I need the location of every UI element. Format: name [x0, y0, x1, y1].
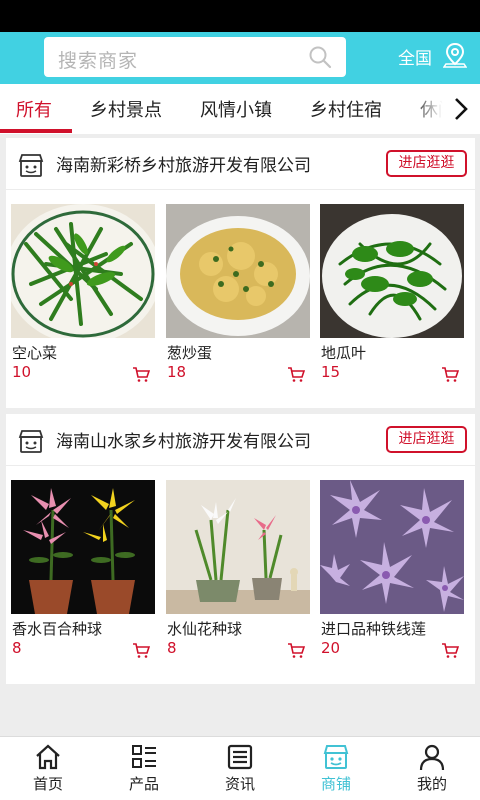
- list-icon: [132, 745, 156, 768]
- product-name: 地瓜叶: [321, 344, 367, 362]
- product-name: 水仙花种球: [167, 620, 243, 638]
- nav-products[interactable]: 产品: [96, 737, 192, 800]
- nav-label: 资讯: [224, 775, 255, 793]
- product-name: 空心菜: [12, 344, 58, 362]
- tab-lodging[interactable]: 乡村住宿: [310, 96, 382, 122]
- visit-shop-button[interactable]: 进店逛逛: [386, 150, 467, 177]
- product-image[interactable]: [320, 204, 464, 338]
- region-selector[interactable]: 全国: [398, 44, 432, 69]
- product-image[interactable]: [320, 480, 464, 614]
- shop-card: 海南山水家乡村旅游开发有限公司 进店逛逛 香水百合种球 8 水仙花种球 8 进口…: [6, 414, 475, 684]
- nav-news[interactable]: 资讯: [192, 737, 288, 800]
- product-name: 香水百合种球: [12, 620, 103, 638]
- product-image[interactable]: [166, 204, 310, 338]
- location-icon[interactable]: [443, 42, 467, 68]
- product-item[interactable]: 葱炒蛋 18: [166, 204, 310, 404]
- search-icon[interactable]: [308, 45, 332, 69]
- bottom-nav: 首页 产品 资讯 商铺 我的: [0, 736, 480, 800]
- nav-label: 我的: [416, 775, 447, 793]
- shop-header: 海南新彩桥乡村旅游开发有限公司 进店逛逛: [6, 138, 475, 190]
- shop-card: 海南新彩桥乡村旅游开发有限公司 进店逛逛 空心菜 10 葱炒蛋 18 地瓜叶 1…: [6, 138, 475, 408]
- user-icon: [419, 744, 445, 771]
- tab-village-scenic[interactable]: 乡村景点: [90, 96, 162, 122]
- nav-label: 产品: [128, 775, 159, 793]
- cart-icon[interactable]: [441, 642, 459, 659]
- shop-name[interactable]: 海南山水家乡村旅游开发有限公司: [56, 427, 311, 452]
- visit-shop-button[interactable]: 进店逛逛: [386, 426, 467, 453]
- cart-icon[interactable]: [132, 642, 150, 659]
- cart-icon[interactable]: [441, 366, 459, 383]
- product-name: 葱炒蛋: [167, 344, 213, 362]
- header-bar: 搜索商家 全国: [0, 32, 480, 84]
- product-image[interactable]: [11, 480, 155, 614]
- product-price: 10: [12, 363, 32, 381]
- status-bar: [0, 0, 480, 32]
- shop-icon: [18, 430, 44, 453]
- product-image[interactable]: [11, 204, 155, 338]
- nav-home[interactable]: 首页: [0, 737, 96, 800]
- category-tabs: 所有 乡村景点 风情小镇 乡村住宿 休闲: [0, 84, 480, 134]
- cart-icon[interactable]: [287, 366, 305, 383]
- cart-icon[interactable]: [132, 366, 150, 383]
- home-icon: [36, 744, 60, 770]
- chevron-right-icon[interactable]: [452, 96, 470, 122]
- product-price: 15: [321, 363, 341, 381]
- product-item[interactable]: 香水百合种球 8: [11, 480, 155, 680]
- tab-all[interactable]: 所有: [16, 96, 52, 122]
- search-placeholder: 搜索商家: [58, 50, 139, 72]
- product-price: 20: [321, 639, 341, 657]
- product-price: 18: [167, 363, 187, 381]
- shop-icon: [323, 745, 349, 769]
- product-item[interactable]: 进口品种铁线莲 20: [320, 480, 464, 680]
- news-icon: [227, 744, 253, 770]
- nav-label: 商铺: [320, 775, 351, 793]
- search-input[interactable]: 搜索商家: [44, 37, 346, 77]
- product-price: 8: [167, 639, 177, 657]
- product-name: 进口品种铁线莲: [321, 620, 427, 638]
- product-item[interactable]: 空心菜 10: [11, 204, 155, 404]
- product-price: 8: [12, 639, 22, 657]
- product-image[interactable]: [166, 480, 310, 614]
- shop-name[interactable]: 海南新彩桥乡村旅游开发有限公司: [56, 151, 311, 176]
- shop-icon: [18, 154, 44, 177]
- product-item[interactable]: 地瓜叶 15: [320, 204, 464, 404]
- cart-icon[interactable]: [287, 642, 305, 659]
- tab-active-indicator: [0, 129, 72, 133]
- tab-town[interactable]: 风情小镇: [200, 96, 272, 122]
- nav-label: 首页: [32, 775, 63, 793]
- product-item[interactable]: 水仙花种球 8: [166, 480, 310, 680]
- nav-shops[interactable]: 商铺: [288, 737, 384, 800]
- nav-profile[interactable]: 我的: [384, 737, 480, 800]
- shop-header: 海南山水家乡村旅游开发有限公司 进店逛逛: [6, 414, 475, 466]
